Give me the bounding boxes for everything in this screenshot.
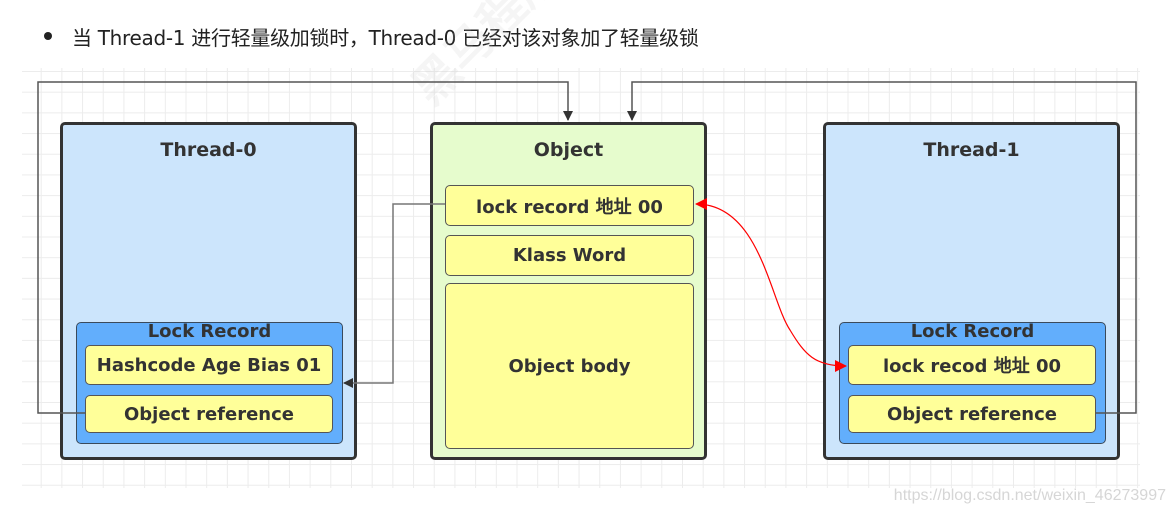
thread-0-lock-record: Lock Record Hashcode Age Bias 01 Object … — [76, 321, 343, 444]
thread-0-title: Thread-0 — [160, 139, 257, 161]
thread-1-object-reference-cell: Object reference — [848, 395, 1096, 433]
object-box: Object lock record 地址 00 Klass Word Obje… — [430, 122, 707, 460]
heading-text: 当 Thread-1 进行轻量级加锁时，Thread-0 已经对该对象加了轻量级… — [72, 25, 699, 50]
thread-0-mark-word-cell: Hashcode Age Bias 01 — [85, 345, 333, 385]
object-klass-word-cell: Klass Word — [445, 235, 694, 276]
thread-0-object-reference-cell: Object reference — [85, 395, 333, 433]
bullet-icon — [44, 32, 52, 40]
heading-bullet-item: 当 Thread-1 进行轻量级加锁时，Thread-0 已经对该对象加了轻量级… — [44, 18, 699, 54]
thread-0-lock-record-title: Lock Record — [147, 321, 272, 342]
thread-1-lock-record-title: Lock Record — [910, 321, 1035, 342]
object-mark-word-cell: lock record 地址 00 — [445, 185, 694, 226]
thread-1-lock-record-address-cell: lock recod 地址 00 — [848, 345, 1096, 385]
thread-1-title: Thread-1 — [923, 139, 1020, 161]
thread-1-lock-record: Lock Record lock recod 地址 00 Object refe… — [839, 321, 1106, 444]
thread-1-box: Thread-1 Lock Record lock recod 地址 00 Ob… — [823, 122, 1120, 460]
object-title: Object — [533, 139, 604, 161]
url-watermark: https://blog.csdn.net/weixin_46273997 — [893, 487, 1166, 504]
thread-0-box: Thread-0 Lock Record Hashcode Age Bias 0… — [60, 122, 357, 460]
object-body-cell: Object body — [445, 283, 694, 449]
